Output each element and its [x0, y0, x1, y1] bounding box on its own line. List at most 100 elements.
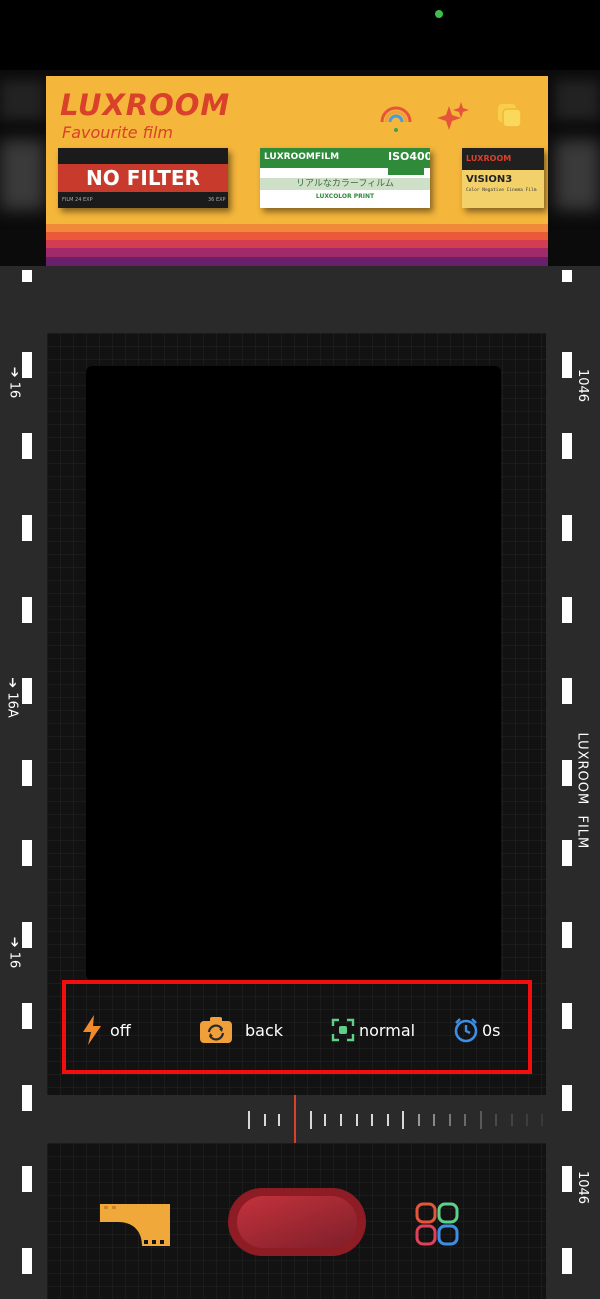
film-edge-mark: ➔ 16 [6, 366, 22, 399]
camera-preview[interactable] [86, 366, 501, 981]
camera-label: back [245, 1020, 284, 1040]
sprocket-hole [22, 840, 32, 866]
film-small-text: FILM 24 EXP [62, 197, 93, 203]
brand-subtitle: Favourite film [62, 123, 173, 142]
zoom-ruler[interactable] [47, 1095, 546, 1143]
ruler-tick [480, 1111, 482, 1129]
sprocket-hole [562, 515, 572, 541]
stripe [46, 257, 548, 266]
ruler-tick [310, 1111, 312, 1129]
film-label: NO FILTER [86, 166, 200, 190]
film-name: VISION3 [466, 174, 513, 185]
stacked-cards-icon[interactable] [492, 98, 528, 134]
camera-switch-toggle[interactable]: back [199, 1010, 283, 1050]
sprocket-hole [22, 760, 32, 786]
ruler-tick [402, 1111, 404, 1129]
film-japanese-text: リアルなカラーフィルム [260, 178, 430, 190]
stripe [46, 240, 548, 248]
film-edge-mark: ➔ 16A [4, 677, 20, 718]
status-indicator-dot [435, 10, 443, 18]
sprocket-hole [22, 1248, 32, 1274]
blur-decor [555, 80, 600, 120]
rainbow-icon[interactable] [378, 98, 414, 134]
ruler-tick [248, 1111, 250, 1129]
film-edge-mark: 1046 [575, 368, 591, 403]
sprocket-hole [22, 597, 32, 623]
sprocket-hole [562, 433, 572, 459]
focus-mode-toggle[interactable]: normal [331, 1010, 415, 1050]
sprocket-hole [22, 1003, 32, 1029]
sprocket-hole [562, 840, 572, 866]
film-print-text: LUXCOLOR PRINT [315, 193, 375, 200]
stripe [46, 232, 548, 240]
ruler-tick [511, 1114, 513, 1126]
brand-title: LUXROOM [60, 88, 231, 122]
film-brand: LUXROOMFILM [264, 152, 340, 162]
sprocket-hole [562, 922, 572, 948]
sprocket-hole [562, 1003, 572, 1029]
sprocket-hole [562, 1248, 572, 1274]
sprocket-hole [22, 678, 32, 704]
alarm-clock-icon [454, 1018, 478, 1043]
blur-decor [555, 140, 600, 210]
sprocket-hole [22, 352, 32, 378]
iso-value: ISO400 [388, 150, 430, 163]
blur-decor [0, 80, 45, 120]
ruler-tick [433, 1114, 435, 1126]
lightning-icon [83, 1015, 101, 1045]
edge-mark-text: 16 [6, 951, 22, 969]
sprocket-hole [562, 270, 572, 282]
favourite-film-card: LUXROOM Favourite film NO FILTER FILM 24… [46, 76, 548, 266]
ruler-tick [324, 1114, 326, 1126]
film-description: Color Negative Cinema Film [466, 188, 537, 193]
film-edge-brand: LUXROOM FILM [574, 732, 590, 850]
camera-switch-icon [200, 1017, 232, 1043]
sprocket-hole [562, 678, 572, 704]
flash-label: off [110, 1020, 131, 1040]
ruler-tick [278, 1114, 280, 1126]
edge-mark-text: 16 [6, 381, 22, 399]
ruler-tick [449, 1114, 451, 1126]
shutter-button-inner[interactable] [237, 1196, 357, 1248]
sprocket-hole [22, 922, 32, 948]
timer-label: 0s [482, 1020, 501, 1040]
film-card-luxroom-400[interactable]: LUXROOMFILM ISO400 リアルなカラーフィルム LUXCOLOR … [260, 148, 430, 208]
ruler-tick [541, 1114, 543, 1126]
film-card-vision3[interactable]: LUXROOM VISION3 Color Negative Cinema Fi… [462, 148, 544, 208]
ruler-tick [264, 1114, 266, 1126]
film-roll-icon[interactable] [98, 1200, 172, 1252]
ruler-tick [371, 1114, 373, 1126]
sprocket-hole [22, 1166, 32, 1192]
film-edge-mark: 1046 [575, 1170, 591, 1205]
sprocket-hole [22, 515, 32, 541]
sparkles-icon[interactable] [435, 98, 471, 134]
stripe [46, 224, 548, 232]
edge-mark-text: 16A [4, 692, 20, 718]
ruler-tick [464, 1114, 466, 1126]
filter-grid-icon[interactable] [415, 1202, 459, 1250]
ruler-tick [418, 1114, 420, 1126]
sprocket-hole [562, 597, 572, 623]
sprocket-hole [22, 433, 32, 459]
ruler-tick [495, 1114, 497, 1126]
film-brand: LUXROOM [466, 154, 512, 163]
sprocket-hole [22, 270, 32, 282]
sprocket-hole [562, 1085, 572, 1111]
ruler-tick [526, 1114, 528, 1126]
film-small-text: 36 EXP [208, 197, 226, 203]
focus-label: normal [359, 1020, 416, 1040]
sprocket-hole [562, 1166, 572, 1192]
ruler-tick [340, 1114, 342, 1126]
ruler-tick [356, 1114, 358, 1126]
flash-toggle[interactable]: off [80, 1010, 131, 1050]
ruler-tick [387, 1114, 389, 1126]
film-card-no-filter[interactable]: NO FILTER FILM 24 EXP 36 EXP [58, 148, 228, 208]
focus-frame-icon [331, 1018, 355, 1042]
film-iso: ISO400 [388, 151, 430, 175]
timer-toggle[interactable]: 0s [453, 1010, 501, 1050]
sprocket-hole [562, 760, 572, 786]
stripe [46, 248, 548, 257]
sprocket-hole [562, 352, 572, 378]
blur-decor [0, 140, 45, 210]
zoom-indicator [294, 1095, 296, 1143]
